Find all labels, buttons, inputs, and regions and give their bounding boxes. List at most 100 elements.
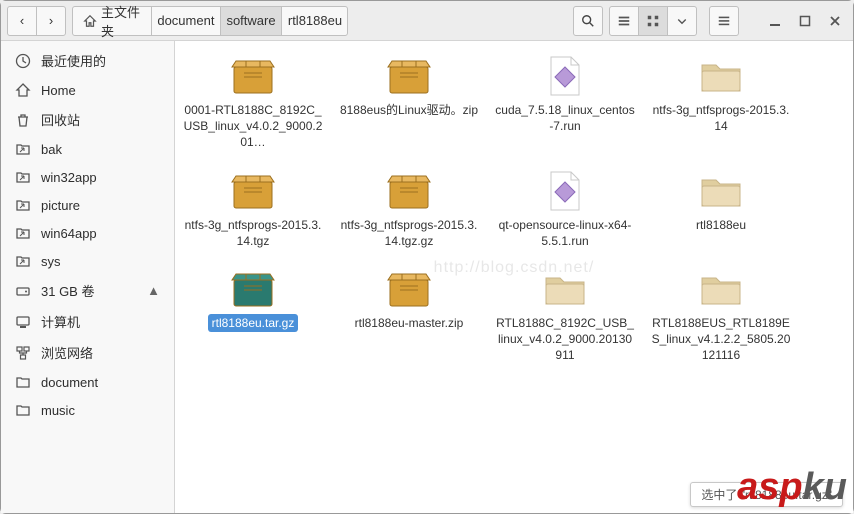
breadcrumb-home[interactable]: 主文件夹	[72, 6, 152, 36]
back-button[interactable]: ‹	[7, 6, 37, 36]
file-label: qt-opensource-linux-x64-5.5.1.run	[491, 216, 639, 250]
package-icon	[385, 170, 433, 212]
content-area[interactable]: 0001-RTL8188C_8192C_USB_linux_v4.0.2_900…	[175, 41, 853, 513]
sidebar-item-label: music	[41, 403, 75, 418]
view-more-button[interactable]	[667, 6, 697, 36]
sidebar-item-label: win32app	[41, 170, 97, 185]
run-icon	[541, 170, 589, 212]
toolbar: ‹ › 主文件夹 document software rtl8188eu	[1, 1, 853, 41]
search-icon	[581, 14, 595, 28]
file-item[interactable]: 0001-RTL8188C_8192C_USB_linux_v4.0.2_900…	[175, 51, 331, 156]
file-label: ntfs-3g_ntfsprogs-2015.3.14.tgz.gz	[335, 216, 483, 250]
file-item[interactable]: RTL8188EUS_RTL8189ES_linux_v4.1.2.2_5805…	[643, 264, 799, 369]
nav-group: ‹ ›	[7, 6, 66, 36]
file-item[interactable]: ntfs-3g_ntfsprogs-2015.3.14	[643, 51, 799, 156]
folder-link-icon	[15, 169, 31, 185]
sidebar-item-label: picture	[41, 198, 80, 213]
folder-icon	[697, 170, 745, 212]
view-group	[609, 6, 697, 36]
sidebar[interactable]: 最近使用的 Home 回收站 bak win32app picture win64appsy…	[1, 41, 175, 513]
file-label: 0001-RTL8188C_8192C_USB_linux_v4.0.2_900…	[179, 101, 327, 152]
folder-icon	[541, 268, 589, 310]
sidebar-item-label: 计算机	[41, 312, 80, 331]
maximize-button[interactable]	[793, 6, 817, 36]
package-icon	[385, 268, 433, 310]
sidebar-item-9[interactable]: 计算机	[1, 306, 174, 337]
disk-icon	[15, 283, 31, 299]
search-button[interactable]	[573, 6, 603, 36]
sidebar-item-2[interactable]: 回收站	[1, 104, 174, 135]
file-label: 8188eus的Linux驱动。zip	[336, 101, 482, 119]
chevron-down-icon	[676, 15, 688, 27]
chevron-left-icon: ‹	[20, 13, 24, 28]
folder-icon	[697, 55, 745, 97]
file-grid: 0001-RTL8188C_8192C_USB_linux_v4.0.2_900…	[175, 41, 853, 409]
sidebar-item-6[interactable]: win64app	[1, 219, 174, 247]
forward-button[interactable]: ›	[36, 6, 66, 36]
file-item[interactable]: 8188eus的Linux驱动。zip	[331, 51, 487, 156]
file-item[interactable]: RTL8188C_8192C_USB_linux_v4.0.2_9000.201…	[487, 264, 643, 369]
breadcrumb-home-label: 主文件夹	[101, 2, 141, 40]
folder-link-icon	[15, 225, 31, 241]
menu-button[interactable]	[709, 6, 739, 36]
package-icon	[229, 170, 277, 212]
network-icon	[15, 345, 31, 361]
breadcrumb-item-0[interactable]: document	[151, 6, 220, 36]
sidebar-item-1[interactable]: Home	[1, 76, 174, 104]
sidebar-item-label: document	[41, 375, 98, 390]
file-item[interactable]: ntfs-3g_ntfsprogs-2015.3.14.tgz.gz	[331, 166, 487, 254]
folder-icon	[697, 268, 745, 310]
maximize-icon	[799, 15, 811, 27]
sidebar-item-11[interactable]: document	[1, 368, 174, 396]
file-item[interactable]: rtl8188eu-master.zip	[331, 264, 487, 369]
sidebar-item-3[interactable]: bak	[1, 135, 174, 163]
toolbar-right	[573, 6, 847, 36]
sidebar-item-label: 最近使用的	[41, 51, 106, 70]
view-icons-button[interactable]	[638, 6, 668, 36]
sidebar-item-label: 回收站	[41, 110, 80, 129]
file-item[interactable]: ntfs-3g_ntfsprogs-2015.3.14.tgz	[175, 166, 331, 254]
sidebar-item-label: Home	[41, 83, 76, 98]
package-icon	[385, 55, 433, 97]
folder-link-icon	[15, 197, 31, 213]
view-list-button[interactable]	[609, 6, 639, 36]
sidebar-item-4[interactable]: win32app	[1, 163, 174, 191]
computer-icon	[15, 314, 31, 330]
folder-icon	[15, 402, 31, 418]
home-icon	[83, 14, 97, 28]
sidebar-item-label: 31 GB 卷	[41, 281, 94, 300]
close-button[interactable]	[823, 6, 847, 36]
file-item[interactable]: qt-opensource-linux-x64-5.5.1.run	[487, 166, 643, 254]
file-label: rtl8188eu-master.zip	[351, 314, 468, 332]
sidebar-item-7[interactable]: sys	[1, 247, 174, 275]
hamburger-icon	[717, 14, 731, 28]
file-label: cuda_7.5.18_linux_centos-7.run	[491, 101, 639, 135]
file-item[interactable]: rtl8188eu	[643, 166, 799, 254]
file-label: ntfs-3g_ntfsprogs-2015.3.14.tgz	[179, 216, 327, 250]
minimize-button[interactable]	[763, 6, 787, 36]
minimize-icon	[769, 15, 781, 27]
file-label: RTL8188C_8192C_USB_linux_v4.0.2_9000.201…	[491, 314, 639, 365]
statusbar: 选中了 "rtl8188eu.tar.gz"	[690, 482, 843, 507]
package-icon	[229, 268, 277, 310]
sidebar-item-12[interactable]: music	[1, 396, 174, 424]
sidebar-item-8[interactable]: 31 GB 卷 ▲	[1, 275, 174, 306]
grid-icon	[646, 14, 660, 28]
run-icon	[541, 55, 589, 97]
file-label: ntfs-3g_ntfsprogs-2015.3.14	[647, 101, 795, 135]
eject-icon[interactable]: ▲	[147, 283, 160, 298]
sidebar-item-0[interactable]: 最近使用的	[1, 45, 174, 76]
breadcrumb-item-1[interactable]: software	[220, 6, 283, 36]
package-icon	[229, 55, 277, 97]
file-item[interactable]: rtl8188eu.tar.gz	[175, 264, 331, 369]
sidebar-item-10[interactable]: 浏览网络	[1, 337, 174, 368]
sidebar-item-5[interactable]: picture	[1, 191, 174, 219]
sidebar-item-label: bak	[41, 142, 62, 157]
list-icon	[617, 14, 631, 28]
trash-icon	[15, 112, 31, 128]
file-item[interactable]: cuda_7.5.18_linux_centos-7.run	[487, 51, 643, 156]
clock-icon	[15, 53, 31, 69]
breadcrumb-item-2[interactable]: rtl8188eu	[281, 6, 348, 36]
file-label: rtl8188eu.tar.gz	[208, 314, 299, 332]
breadcrumb: 主文件夹 document software rtl8188eu	[72, 6, 354, 36]
